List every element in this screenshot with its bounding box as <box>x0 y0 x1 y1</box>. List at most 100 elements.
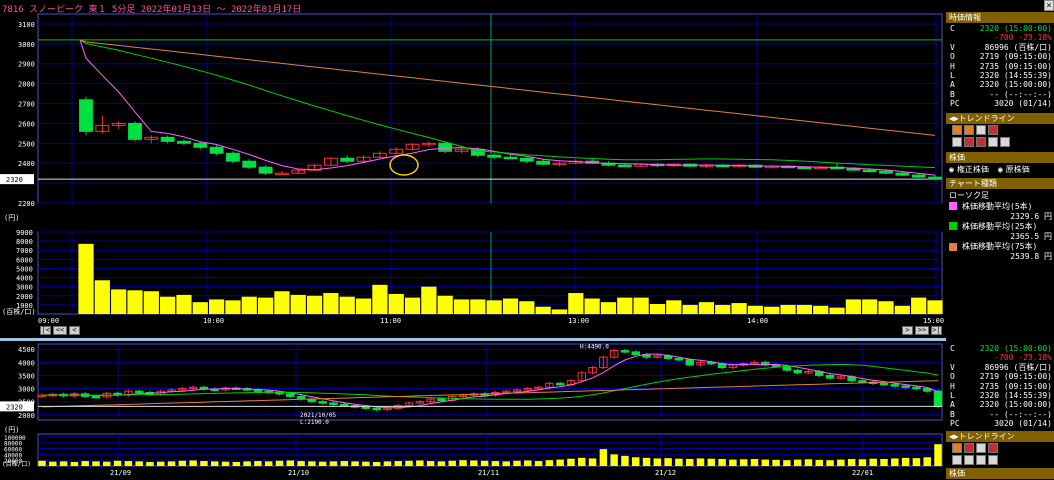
candle-body <box>209 146 224 154</box>
select-tool-icon[interactable] <box>952 455 962 466</box>
sub-volume-bar <box>491 461 500 466</box>
clear-tool-icon[interactable] <box>976 455 986 466</box>
sub-volume-bar <box>826 460 834 466</box>
low-annotation: L:2190.0 <box>300 419 329 426</box>
candle-body <box>895 172 910 176</box>
price-info-key: V <box>950 362 955 372</box>
candle-body <box>519 157 534 162</box>
sub-volume-bar <box>534 461 543 466</box>
price-info-row: O 2719 (09:15:00) <box>946 52 1054 61</box>
chart-window: 7816 スノーピーク 東１ 5分足 2022年01月13日 〜 2022年01… <box>0 0 1054 480</box>
sub-volume-bar <box>167 461 176 466</box>
copy-tool-icon[interactable] <box>988 455 998 466</box>
volume-bar <box>470 299 486 314</box>
text-tool-icon[interactable] <box>976 443 986 454</box>
volume-bar <box>143 291 159 314</box>
delete-tool-icon[interactable] <box>988 443 998 454</box>
volume-bar <box>257 297 274 314</box>
price-info-row: V 86996 (百株/口) <box>946 43 1054 52</box>
price-info-value: 2320 (14:55:39) <box>979 390 1052 400</box>
nav-prev-page-button[interactable]: << <box>53 326 67 335</box>
volume-bar <box>813 305 829 314</box>
sub-volume-bar <box>308 461 316 466</box>
candle-body <box>617 164 632 168</box>
erase-tool-icon[interactable] <box>964 455 974 466</box>
sub-trendline-header[interactable]: ◀▶ トレンドライン <box>946 430 1054 442</box>
volume-bar <box>192 302 208 314</box>
price-plot-frame <box>37 13 943 204</box>
price-info-value: -- (--:--:--) <box>989 89 1052 99</box>
ma-label-row[interactable]: 株価移動平均(75本) <box>946 241 1054 252</box>
nav-prev-button[interactable]: < <box>69 326 80 335</box>
radio-icon[interactable]: ◉ <box>998 165 1003 174</box>
sub-volume-bar <box>200 461 208 466</box>
trend-arrow-icon[interactable]: ◀▶ <box>949 113 959 124</box>
select-tool-icon[interactable] <box>952 137 962 148</box>
trend-arrow-icon[interactable]: ◀▶ <box>949 431 959 442</box>
sub-volume-bar <box>718 459 726 466</box>
close-icon[interactable]: × <box>1044 0 1054 11</box>
trash-tool-icon[interactable] <box>1000 137 1010 148</box>
sub-volume-bar <box>210 461 219 466</box>
nav-next-button[interactable]: > <box>902 326 913 335</box>
nav-last-button[interactable]: >| <box>931 326 942 335</box>
radio-icon[interactable]: ◉ <box>949 165 954 174</box>
trendline-toolbar <box>946 125 1054 136</box>
volume-bar <box>617 297 633 314</box>
current-price-badge: 2320 <box>6 176 23 184</box>
clear-tool-icon[interactable] <box>976 137 986 148</box>
sub-candle-body <box>329 402 338 405</box>
line-tool-icon[interactable] <box>952 443 962 454</box>
time-x-tick: 09:00 <box>38 317 59 325</box>
volume-bar <box>339 296 355 314</box>
sub-candle-body <box>771 364 781 367</box>
volume-y-tick: 8000 <box>16 238 33 246</box>
sub-volume-bar <box>815 459 823 466</box>
volume-bar <box>535 306 551 314</box>
sub-candle-body <box>555 382 565 386</box>
price-y-tick: 2600 <box>18 120 35 128</box>
sub-volume-bar <box>351 461 359 466</box>
adjusted-price-radio[interactable]: ◉ 権正株価 ◉ 原株価 <box>946 164 1054 175</box>
chart-canvas: 3100 3000 2900 2800 2700 2600 2500 2400 2200 (円) 2… <box>0 13 946 477</box>
price-info-value: 86996 (百株/口) <box>984 42 1052 52</box>
candle-body <box>797 166 812 170</box>
sub-volume-bar <box>318 461 327 466</box>
delete-tool-icon[interactable] <box>988 125 998 136</box>
sub-volume-bar <box>545 460 554 466</box>
price-info-row: -700 -23.18% <box>946 33 1054 42</box>
ma-label-row[interactable]: 株価移動平均(25本) <box>946 221 1054 232</box>
kabuka-header: 株価 <box>946 151 1054 163</box>
ma-label: 株価移動平均(5本) <box>962 201 1033 211</box>
chart-kind[interactable]: ローソク足 <box>946 190 1054 201</box>
hline-tool-icon[interactable] <box>964 125 974 136</box>
volume-bar <box>878 301 894 314</box>
sub-volume-bar <box>81 461 89 466</box>
price-info-row: H 2735 (09:15:00) <box>946 382 1054 391</box>
erase-tool-icon[interactable] <box>964 137 974 148</box>
sub-candle-body <box>890 384 900 387</box>
sub-trendline-toolbar <box>946 443 1054 454</box>
sub-candle-body <box>685 359 694 366</box>
nav-first-button[interactable]: |< <box>40 326 51 335</box>
trendline-header[interactable]: ◀▶ トレンドライン <box>946 112 1054 124</box>
sub-volume-bar <box>772 459 780 466</box>
sub-volume-bar <box>524 460 532 466</box>
copy-tool-icon[interactable] <box>988 137 998 148</box>
ma-value-row: 2329.6 円 <box>946 212 1054 221</box>
line-tool-icon[interactable] <box>952 125 962 136</box>
price-info-value: 86996 (百株/口) <box>984 362 1052 372</box>
ma-value-row: 2365.5 円 <box>946 232 1054 241</box>
text-tool-icon[interactable] <box>976 125 986 136</box>
hline-tool-icon[interactable] <box>964 443 974 454</box>
sub-volume-bar <box>502 461 510 466</box>
candle-body <box>177 140 191 144</box>
volume-bar <box>225 300 241 314</box>
ma-label-row[interactable]: 株価移動平均(5本) <box>946 201 1054 212</box>
trendline-toolbar-2 <box>946 137 1054 148</box>
nav-next-page-button[interactable]: >> <box>915 326 929 335</box>
ma-label: 株価移動平均(75本) <box>962 242 1038 252</box>
sub-volume-bar <box>847 459 856 466</box>
sub-trendline-toolbar-2 <box>946 455 1054 466</box>
price-info-rows: C 2320 (15:00:00) -700 -23.18% V 86996 (百株/口… <box>946 24 1054 109</box>
